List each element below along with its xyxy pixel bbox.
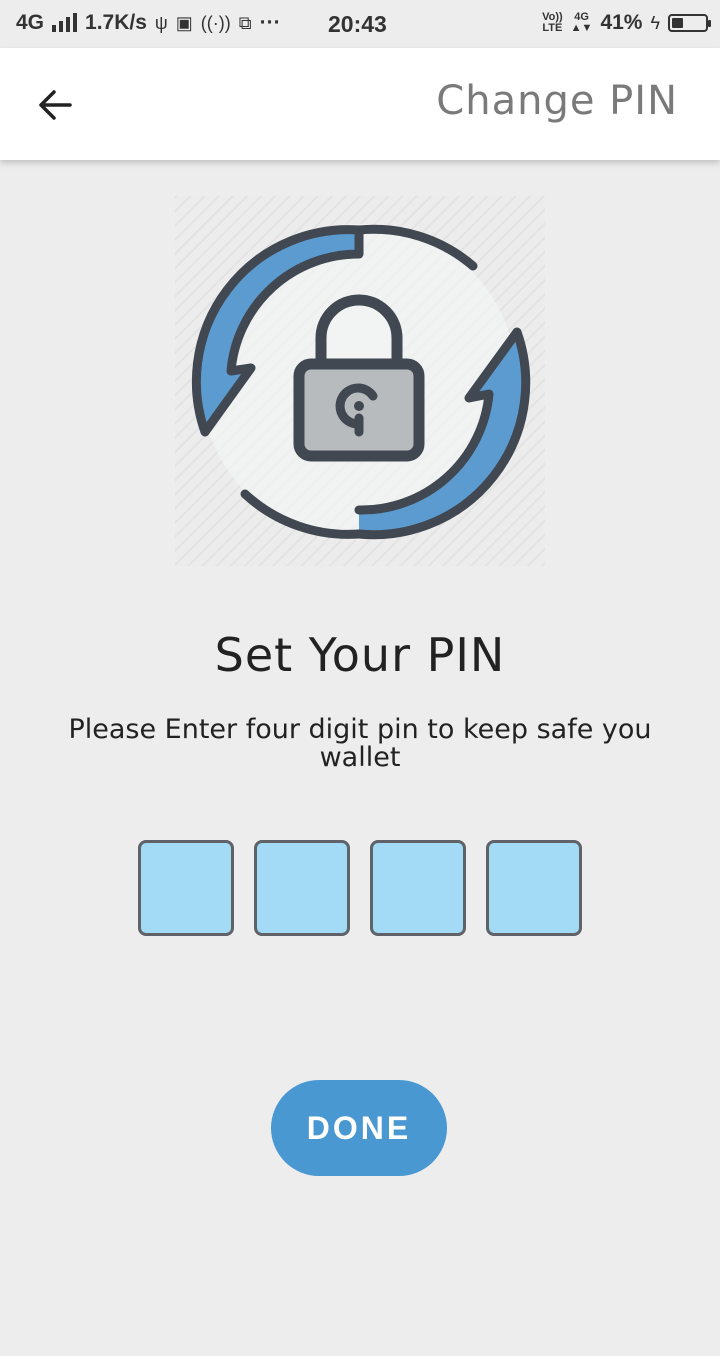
- volte-icon: Vo)) LTE: [542, 11, 563, 34]
- screenshot-icon: ⧉: [238, 12, 252, 33]
- app-bar: Change PIN: [0, 48, 720, 160]
- pin-digit-1[interactable]: [138, 840, 234, 936]
- subtitle-line-1: Please Enter four digit pin to keep safe…: [68, 714, 652, 745]
- clock: 20:43: [328, 11, 387, 37]
- back-button[interactable]: [28, 78, 82, 132]
- hotspot-icon: ((·)): [200, 12, 231, 33]
- more-notifications-icon: ···: [259, 11, 281, 34]
- lock-refresh-icon: [175, 196, 545, 566]
- charging-icon: ϟ: [650, 12, 660, 33]
- battery-icon: [668, 14, 711, 32]
- subtitle: Please Enter four digit pin to keep safe…: [20, 716, 700, 772]
- pin-digit-3[interactable]: [370, 840, 466, 936]
- usb-debug-icon: ▣: [175, 12, 193, 33]
- usb-icon: ψ: [154, 12, 168, 33]
- status-bar: 4G 1.7K/s ψ ▣ ((·)) ⧉ ··· 20:43 Vo)) LTE …: [0, 0, 720, 48]
- status-left: 4G 1.7K/s ψ ▣ ((·)) ⧉ ···: [16, 11, 281, 35]
- subtitle-line-2: wallet: [319, 742, 401, 773]
- lock-refresh-illustration: [175, 196, 545, 566]
- page-title: Change PIN: [436, 78, 678, 124]
- pin-digit-4[interactable]: [486, 840, 582, 936]
- battery-percent: 41%: [600, 11, 643, 34]
- network-type: 4G: [16, 11, 45, 34]
- heading-set-pin: Set Your PIN: [214, 628, 506, 682]
- done-button[interactable]: DONE: [271, 1080, 447, 1176]
- status-right: Vo)) LTE 4G ▲▼ 41% ϟ: [542, 11, 711, 35]
- network-4g-icon: 4G ▲▼: [570, 11, 593, 34]
- arrow-left-icon: [39, 90, 72, 120]
- signal-icon: [52, 13, 78, 32]
- pin-digit-2[interactable]: [254, 840, 350, 936]
- network-speed: 1.7K/s: [85, 11, 147, 34]
